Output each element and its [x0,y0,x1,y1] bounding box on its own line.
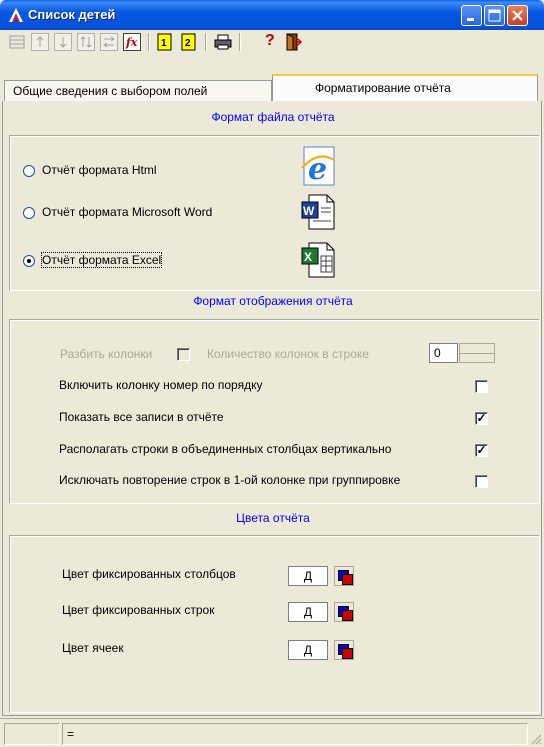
columns-per-row-spinner[interactable] [459,343,495,363]
help-glyph: ? [265,32,275,49]
columns-per-row-value: 0 [434,346,441,360]
cells-color-button[interactable] [334,640,354,660]
cells-color-label: Цвет ячеек [62,641,124,655]
columns-per-row-field[interactable]: 0 [429,343,458,363]
svg-text:2: 2 [185,38,191,49]
arrow-down-icon[interactable] [54,33,72,51]
tab-formatting[interactable]: Форматирование отчёта [272,74,538,102]
tab-general-label: Общие сведения с выбором полей [13,84,208,98]
file-format-title: Формат файла отчёта [211,110,335,124]
svg-text:fx: fx [125,36,138,49]
html-label[interactable]: Отчёт формата Html [42,163,157,177]
toolbar: fx 1 2 ? [0,30,544,54]
tab-formatting-label: Форматирование отчёта [315,81,451,95]
html-radio[interactable] [23,165,35,177]
excel-radio[interactable] [23,255,35,267]
report-window: Список детей fx 1 2 ? Общие сведения с в… [0,0,544,747]
spin-up-icon[interactable] [460,344,494,354]
colors-title: Цвета отчёта [236,511,310,525]
display-format-title: Формат отображения отчёта [193,294,353,308]
fixed-rows-color-label: Цвет фиксированных строк [62,603,215,617]
option-exclude-repeat-label: Исключать повторение строк в 1-ой колонк… [59,473,401,487]
internet-explorer-icon: e [301,146,335,186]
svg-text:W: W [303,204,315,218]
fixed-columns-color-button[interactable] [334,566,354,586]
fixed-columns-color-value[interactable]: Д [288,566,328,586]
word-radio[interactable] [23,207,35,219]
split-columns-checkbox[interactable] [177,348,190,361]
split-columns-label: Разбить колонки [60,347,153,361]
excel-label[interactable]: Отчёт формата Excel [40,252,163,268]
page-2-icon[interactable]: 2 [180,33,198,51]
window-title: Список детей [28,7,116,22]
option-vertical-rows-checkbox[interactable]: ✓ [475,444,488,457]
tab-content: Формат файла отчёта Отчёт формата Html e… [2,101,542,716]
minimize-icon [467,18,474,21]
arrow-up-icon[interactable] [31,33,49,51]
title-bar[interactable]: Список детей [0,0,544,30]
fixed-rows-color-value[interactable]: Д [288,602,328,622]
status-cell-2: = [62,723,528,745]
excel-document-icon: X [301,242,335,278]
colors-group: Цвет фиксированных столбцов Д Цвет фикси… [9,535,540,713]
file-format-group: Отчёт формата Html e Отчёт формата Micro… [9,135,540,291]
app-icon [9,8,23,22]
word-document-icon: W [301,194,335,230]
columns-per-row-label: Количество колонок в строке [207,347,369,361]
close-button[interactable] [507,5,528,26]
fixed-rows-color-button[interactable] [334,602,354,622]
toolbar-separator [239,33,241,51]
help-icon[interactable]: ? [262,32,280,51]
close-icon [512,10,523,21]
resize-grip-icon[interactable] [530,733,542,745]
option-show-all-label: Показать все записи в отчёте [59,410,224,424]
option-row-number-checkbox[interactable] [475,380,488,393]
status-text: = [67,727,75,741]
status-cell-1 [4,723,60,745]
status-bar: = [0,718,544,747]
svg-text:1: 1 [161,38,167,49]
swap-icon[interactable] [100,33,118,51]
checkmark-icon: ✓ [476,411,487,425]
tab-general[interactable]: Общие сведения с выбором полей [4,80,272,102]
fx-icon[interactable]: fx [123,33,141,51]
exit-icon[interactable] [284,33,303,51]
option-vertical-rows-label: Располагать строки в объединенных столбц… [59,442,392,456]
svg-text:X: X [304,250,312,264]
option-show-all-checkbox[interactable]: ✓ [475,412,488,425]
printer-icon[interactable] [214,33,232,51]
option-row-number-label: Включить колонку номер по порядку [59,378,263,392]
page-1-icon[interactable]: 1 [156,33,174,51]
toolbar-separator [205,33,207,51]
checkmark-icon: ✓ [476,443,487,457]
option-exclude-repeat-checkbox[interactable] [475,475,488,488]
fixed-columns-color-label: Цвет фиксированных столбцов [62,567,236,581]
maximize-button[interactable] [484,5,505,26]
toolbar-separator [148,33,150,51]
word-label[interactable]: Отчёт формата Microsoft Word [42,205,212,219]
cells-color-value[interactable]: Д [288,640,328,660]
maximize-icon [488,9,501,22]
grid-icon[interactable] [8,33,26,51]
sort-icon[interactable] [77,33,95,51]
tab-strip: Общие сведения с выбором полей Форматиро… [0,56,544,106]
minimize-button[interactable] [461,5,482,26]
